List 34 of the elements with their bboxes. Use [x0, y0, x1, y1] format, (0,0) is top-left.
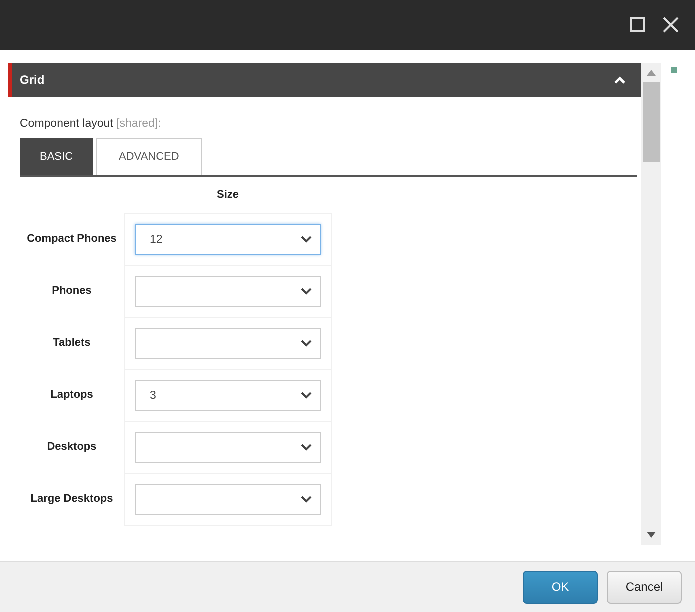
row-label: Laptops — [50, 389, 94, 401]
chevron-down-icon — [301, 392, 312, 399]
section-header[interactable]: Grid — [8, 63, 641, 97]
status-square-icon — [671, 67, 677, 73]
tab[interactable]: BASIC — [20, 138, 94, 175]
cancel-button[interactable]: Cancel — [607, 570, 682, 604]
scroll-thumb[interactable] — [642, 82, 660, 162]
chevron-down-icon — [301, 444, 312, 451]
chevron-icon — [614, 76, 626, 84]
row-label: Desktops — [47, 441, 97, 453]
chevron-down-icon — [301, 236, 312, 243]
field-label: Component layout [shared]: — [20, 118, 162, 130]
chevron-down-icon — [301, 288, 312, 295]
scroll-up-icon[interactable] — [646, 70, 656, 76]
scrollbar[interactable] — [641, 63, 661, 545]
row-label: Large Desktops — [30, 493, 114, 505]
scroll-down-icon[interactable] — [646, 532, 656, 538]
size-dropdown[interactable] — [135, 484, 321, 515]
size-dropdown[interactable] — [135, 432, 321, 463]
size-dropdown[interactable] — [135, 328, 321, 359]
size-dropdown[interactable] — [135, 276, 321, 307]
tab[interactable]: ADVANCED — [96, 138, 202, 175]
row-label: Tablets — [53, 337, 91, 349]
close-icon[interactable] — [663, 17, 679, 33]
size-dropdown[interactable]: 12 — [135, 224, 321, 255]
chevron-down-icon — [301, 340, 312, 347]
row-label: Phones — [52, 285, 92, 297]
size-dropdown[interactable]: 3 — [135, 380, 321, 411]
column-header: Size — [216, 189, 239, 201]
chevron-down-icon — [301, 496, 312, 503]
section-title: Grid — [20, 73, 45, 87]
ok-button[interactable]: OK — [523, 570, 598, 604]
maximize-icon[interactable] — [630, 17, 646, 33]
row-label: Compact Phones — [27, 233, 117, 245]
